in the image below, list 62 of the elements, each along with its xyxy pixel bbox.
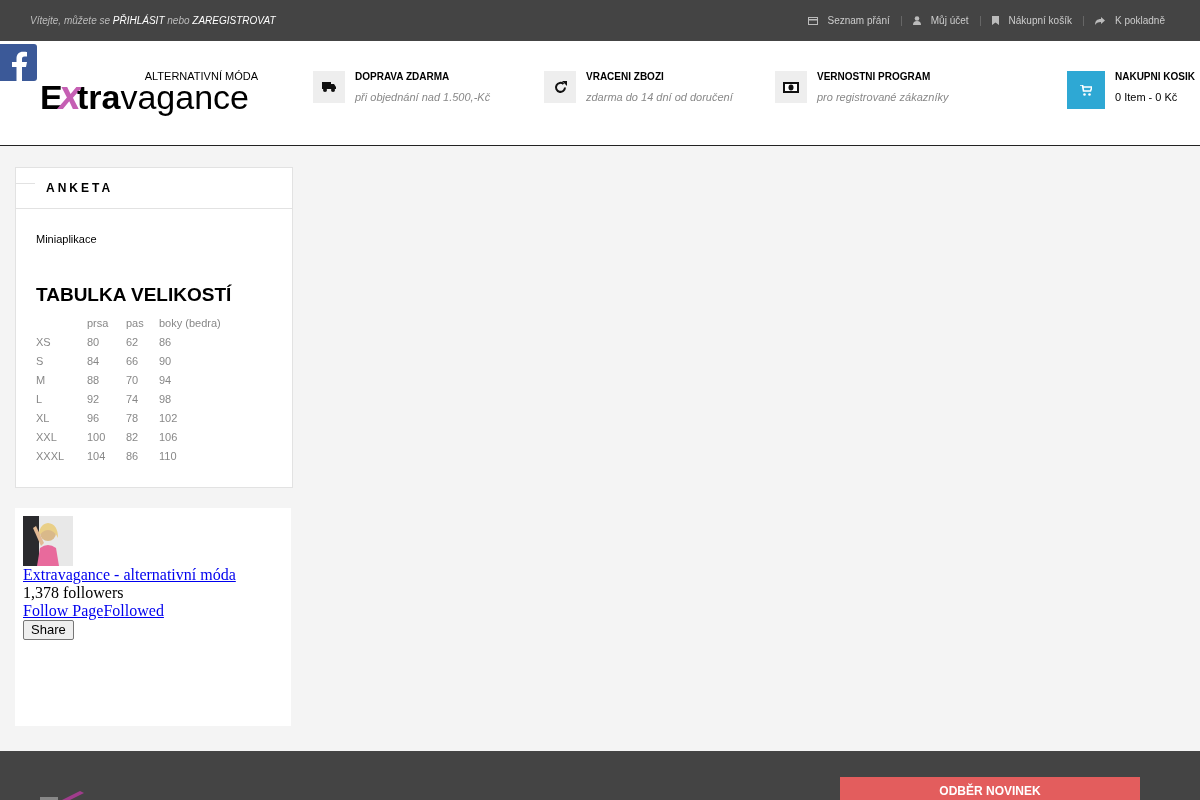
table-cell: 104 (87, 448, 126, 468)
share-icon (1094, 16, 1105, 25)
table-cell: L (36, 391, 87, 411)
table-cell-text: 98 (159, 391, 173, 407)
follow-page-link[interactable]: Follow Page (23, 602, 104, 620)
table-cell-text: 90 (159, 353, 173, 369)
feature-title: DOPRAVA ZDARMA (355, 71, 451, 83)
newsletter-title: ODBĚR NOVINEK (840, 777, 1140, 800)
table-cell: XXXL (36, 448, 87, 468)
feature-subtitle: pro registrované zákazníky (817, 90, 949, 105)
logo[interactable]: ALTERNATIVNÍ MÓDA Extravagance (40, 71, 260, 117)
followed-link[interactable]: Followed (103, 602, 164, 620)
table-cell: S (36, 353, 87, 373)
refresh-icon (544, 71, 576, 103)
feature-subtitle: zdarma do 14 dní od doručení (586, 90, 733, 105)
table-cell-text: 106 (159, 429, 179, 445)
column-header: boky (bedra) (159, 315, 221, 331)
table-cell: M (36, 372, 87, 392)
table-cell: 74 (126, 391, 159, 411)
top-link[interactable]: K pokladně (1114, 13, 1165, 28)
cart-summary: 0 Item - 0 Kč (1115, 90, 1179, 105)
user-icon (912, 16, 921, 25)
table-cell: 100 (87, 429, 126, 449)
banknote-icon (775, 71, 807, 103)
table-cell-text: 102 (159, 410, 179, 426)
card-icon (807, 16, 818, 25)
facebook-icon[interactable] (0, 44, 37, 81)
table-cell: 82 (126, 429, 159, 449)
table-cell: 84 (87, 353, 126, 373)
table-cell: XXL (36, 429, 87, 449)
size-table-title: TABULKA VELIKOSTÍ (36, 283, 233, 306)
share-button[interactable]: Share (23, 620, 74, 640)
feature-subtitle: při objednání nad 1.500,-Kč (355, 90, 491, 105)
table-cell: 86 (126, 448, 159, 468)
table-cell: 78 (126, 410, 159, 430)
top-link[interactable]: Můj účet (930, 13, 969, 28)
panel-title: ANKETA (46, 180, 114, 197)
table-cell: 70 (126, 372, 159, 392)
table-cell-text: 94 (159, 372, 173, 388)
widget-label: Miniaplikace (36, 232, 98, 247)
table-cell: 92 (87, 391, 126, 411)
cart-title[interactable]: NAKUPNI KOSIK (1115, 71, 1195, 83)
table-cell-text: 110 (159, 448, 178, 464)
table-cell-text: 86 (159, 334, 173, 350)
truck-icon (313, 71, 345, 103)
feature-title: VRACENI ZBOZI (586, 71, 665, 83)
table-cell: 88 (87, 372, 126, 392)
page-name-link[interactable]: Extravagance - alternativní móda (23, 566, 236, 584)
table-cell: XL (36, 410, 87, 430)
bookmark-icon (991, 16, 999, 25)
table-cell: XS (36, 334, 87, 354)
column-header: prsa (87, 315, 126, 335)
table-cell: 62 (126, 334, 159, 354)
followers-count: 1,378 followers (23, 584, 125, 602)
table-cell: 66 (126, 353, 159, 373)
welcome-text: Vítejte, můžete se PŘIHLÁSIT nebo ZAREGISTROVAT (30, 13, 276, 28)
column-header: pas (126, 315, 159, 335)
feature-title: VERNOSTNI PROGRAM (817, 71, 932, 83)
top-link[interactable]: Nákupní košík (1008, 13, 1072, 28)
table-cell: 96 (87, 410, 126, 430)
table-cell: 80 (87, 334, 126, 354)
top-link[interactable]: Seznam přání (827, 13, 890, 28)
